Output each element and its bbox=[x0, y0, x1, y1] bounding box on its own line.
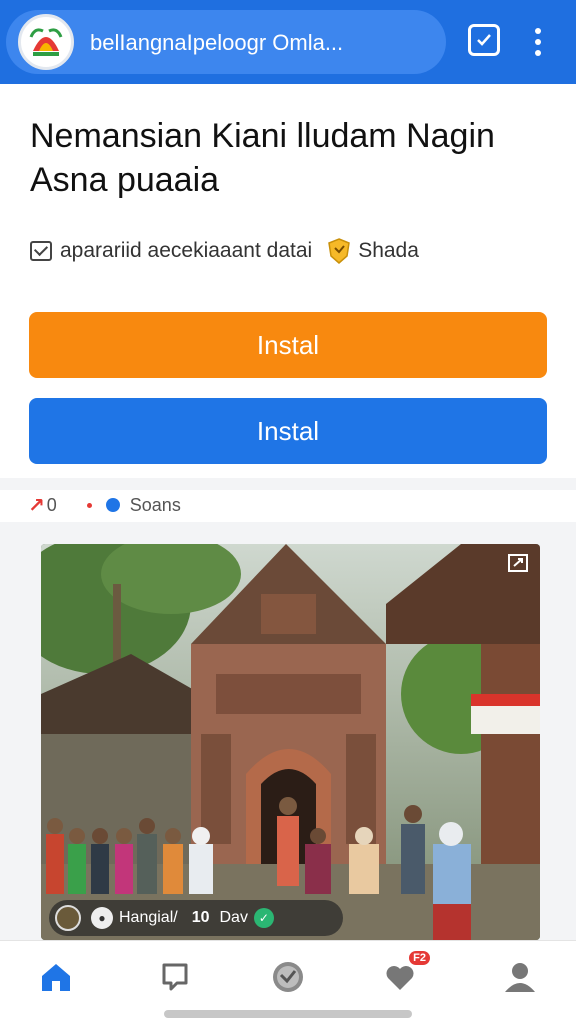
person-icon bbox=[505, 963, 535, 992]
caption-badge-icon: ● bbox=[91, 907, 113, 929]
stats-row: ↗ 0 Soans bbox=[28, 490, 548, 520]
source-icon bbox=[105, 498, 120, 512]
caption-name: Hangial/ bbox=[119, 909, 178, 926]
site-logo[interactable] bbox=[18, 14, 74, 70]
media-section: ● Hangial/ 10 Dav ✓ bbox=[0, 522, 576, 940]
home-icon bbox=[42, 964, 70, 991]
url-title[interactable]: belIangnaIpeloogr Omla... bbox=[90, 30, 430, 56]
stats-source[interactable]: Soans bbox=[130, 495, 181, 516]
install-button-secondary[interactable]: Instal bbox=[29, 398, 547, 464]
system-home-indicator[interactable] bbox=[164, 1010, 412, 1018]
install-button-primary[interactable]: Instal bbox=[29, 312, 547, 378]
tab-switcher-button[interactable] bbox=[468, 24, 500, 56]
temple-photo[interactable]: ● Hangial/ 10 Dav ✓ bbox=[41, 544, 540, 940]
expand-icon[interactable] bbox=[508, 554, 528, 572]
nav-profile[interactable] bbox=[500, 957, 540, 997]
menu-dot bbox=[535, 39, 541, 45]
caption-count: 10 bbox=[191, 909, 210, 926]
brand-shield-icon bbox=[328, 238, 351, 264]
article-meta: aparariid aecekiaaant datai Shada bbox=[30, 236, 550, 266]
stats-count: 0 bbox=[46, 494, 57, 515]
meta-brand[interactable]: Shada bbox=[358, 239, 419, 263]
separator-dot bbox=[86, 502, 92, 508]
notification-badge: F2 bbox=[409, 951, 430, 965]
media-caption[interactable]: ● Hangial/ 10 Dav ✓ bbox=[49, 900, 343, 936]
nav-notifications[interactable]: F2 bbox=[380, 951, 430, 997]
check-square-icon bbox=[477, 34, 491, 46]
caption-day: Dav bbox=[219, 909, 248, 926]
menu-dot bbox=[535, 50, 541, 56]
chat-icon bbox=[162, 963, 188, 991]
message-icon bbox=[30, 241, 52, 261]
menu-dot bbox=[535, 28, 541, 34]
temple-scene-illustration bbox=[41, 544, 540, 940]
kebab-menu-button[interactable] bbox=[528, 22, 548, 62]
logo-emblem-icon bbox=[24, 20, 68, 64]
share-arrow-icon[interactable]: ↗ bbox=[28, 493, 45, 518]
caption-avatar bbox=[55, 905, 81, 931]
nav-home[interactable] bbox=[36, 957, 76, 997]
nav-reactions[interactable] bbox=[268, 957, 308, 997]
nav-comments[interactable] bbox=[155, 957, 195, 997]
section-divider bbox=[0, 478, 576, 490]
reaction-icon bbox=[273, 962, 303, 992]
top-app-bar: belIangnaIpeloogr Omla... bbox=[0, 0, 576, 84]
heart-icon bbox=[386, 966, 414, 990]
verified-check-icon: ✓ bbox=[253, 908, 274, 928]
meta-text: aparariid aecekiaaant datai bbox=[60, 239, 313, 262]
article-title: Nemansian Kiani lludam Nagin Asna puaaia bbox=[30, 117, 495, 199]
url-bar[interactable]: belIangnaIpeloogr Omla... bbox=[6, 10, 446, 74]
